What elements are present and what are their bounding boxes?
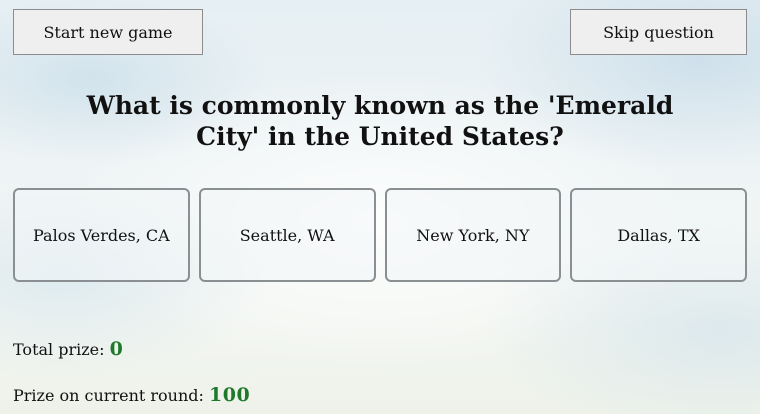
round-prize-value: 100 xyxy=(209,384,251,406)
round-prize-label: Prize on current round: xyxy=(13,386,204,405)
answer-option-3[interactable]: New York, NY xyxy=(384,188,562,282)
question-text: What is commonly known as the 'Emerald C… xyxy=(86,91,674,151)
round-prize: Prize on current round: 100 xyxy=(13,384,250,406)
total-prize: Total prize: 0 xyxy=(13,338,123,360)
answer-option-4[interactable]: Dallas, TX xyxy=(570,188,747,282)
answer-option-1[interactable]: Palos Verdes, CA xyxy=(13,188,190,282)
answer-option-2[interactable]: Seattle, WA xyxy=(198,188,376,282)
start-new-game-button[interactable]: Start new game xyxy=(13,9,203,55)
answer-options: Palos Verdes, CA Seattle, WA New York, N… xyxy=(13,188,747,282)
total-prize-label: Total prize: xyxy=(13,340,105,359)
skip-question-button[interactable]: Skip question xyxy=(570,9,747,55)
total-prize-value: 0 xyxy=(109,338,124,360)
